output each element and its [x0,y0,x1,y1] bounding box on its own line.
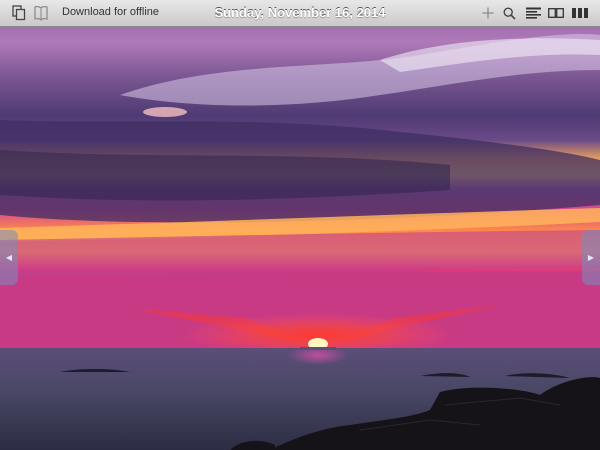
sunset-photo [0,0,600,450]
bookmark-button[interactable] [32,4,50,22]
search-icon [502,6,516,20]
list-view-button[interactable] [524,4,542,22]
previous-page-button[interactable]: ◀ [0,230,18,285]
add-icon [482,7,494,19]
top-toolbar: Download for offline Sunday, November 16… [0,0,600,27]
add-button[interactable] [480,4,496,22]
list-icon [525,7,541,19]
chevron-left-icon: ◀ [5,252,13,262]
app-screen: Download for offline Sunday, November 16… [0,0,600,450]
columns-button[interactable] [571,4,589,22]
columns-icon [572,8,588,18]
download-offline-link[interactable]: Download for offline [62,6,159,18]
pages-icon [12,5,26,21]
bookmark-icon [34,5,48,21]
pages-button[interactable] [10,4,28,22]
search-button[interactable] [501,4,517,22]
next-page-button[interactable]: ▶ [582,230,600,285]
two-page-button[interactable] [547,4,565,22]
two-page-icon [548,8,564,18]
chevron-right-icon: ▶ [587,252,595,262]
sunset-photo-graphic [0,0,600,450]
